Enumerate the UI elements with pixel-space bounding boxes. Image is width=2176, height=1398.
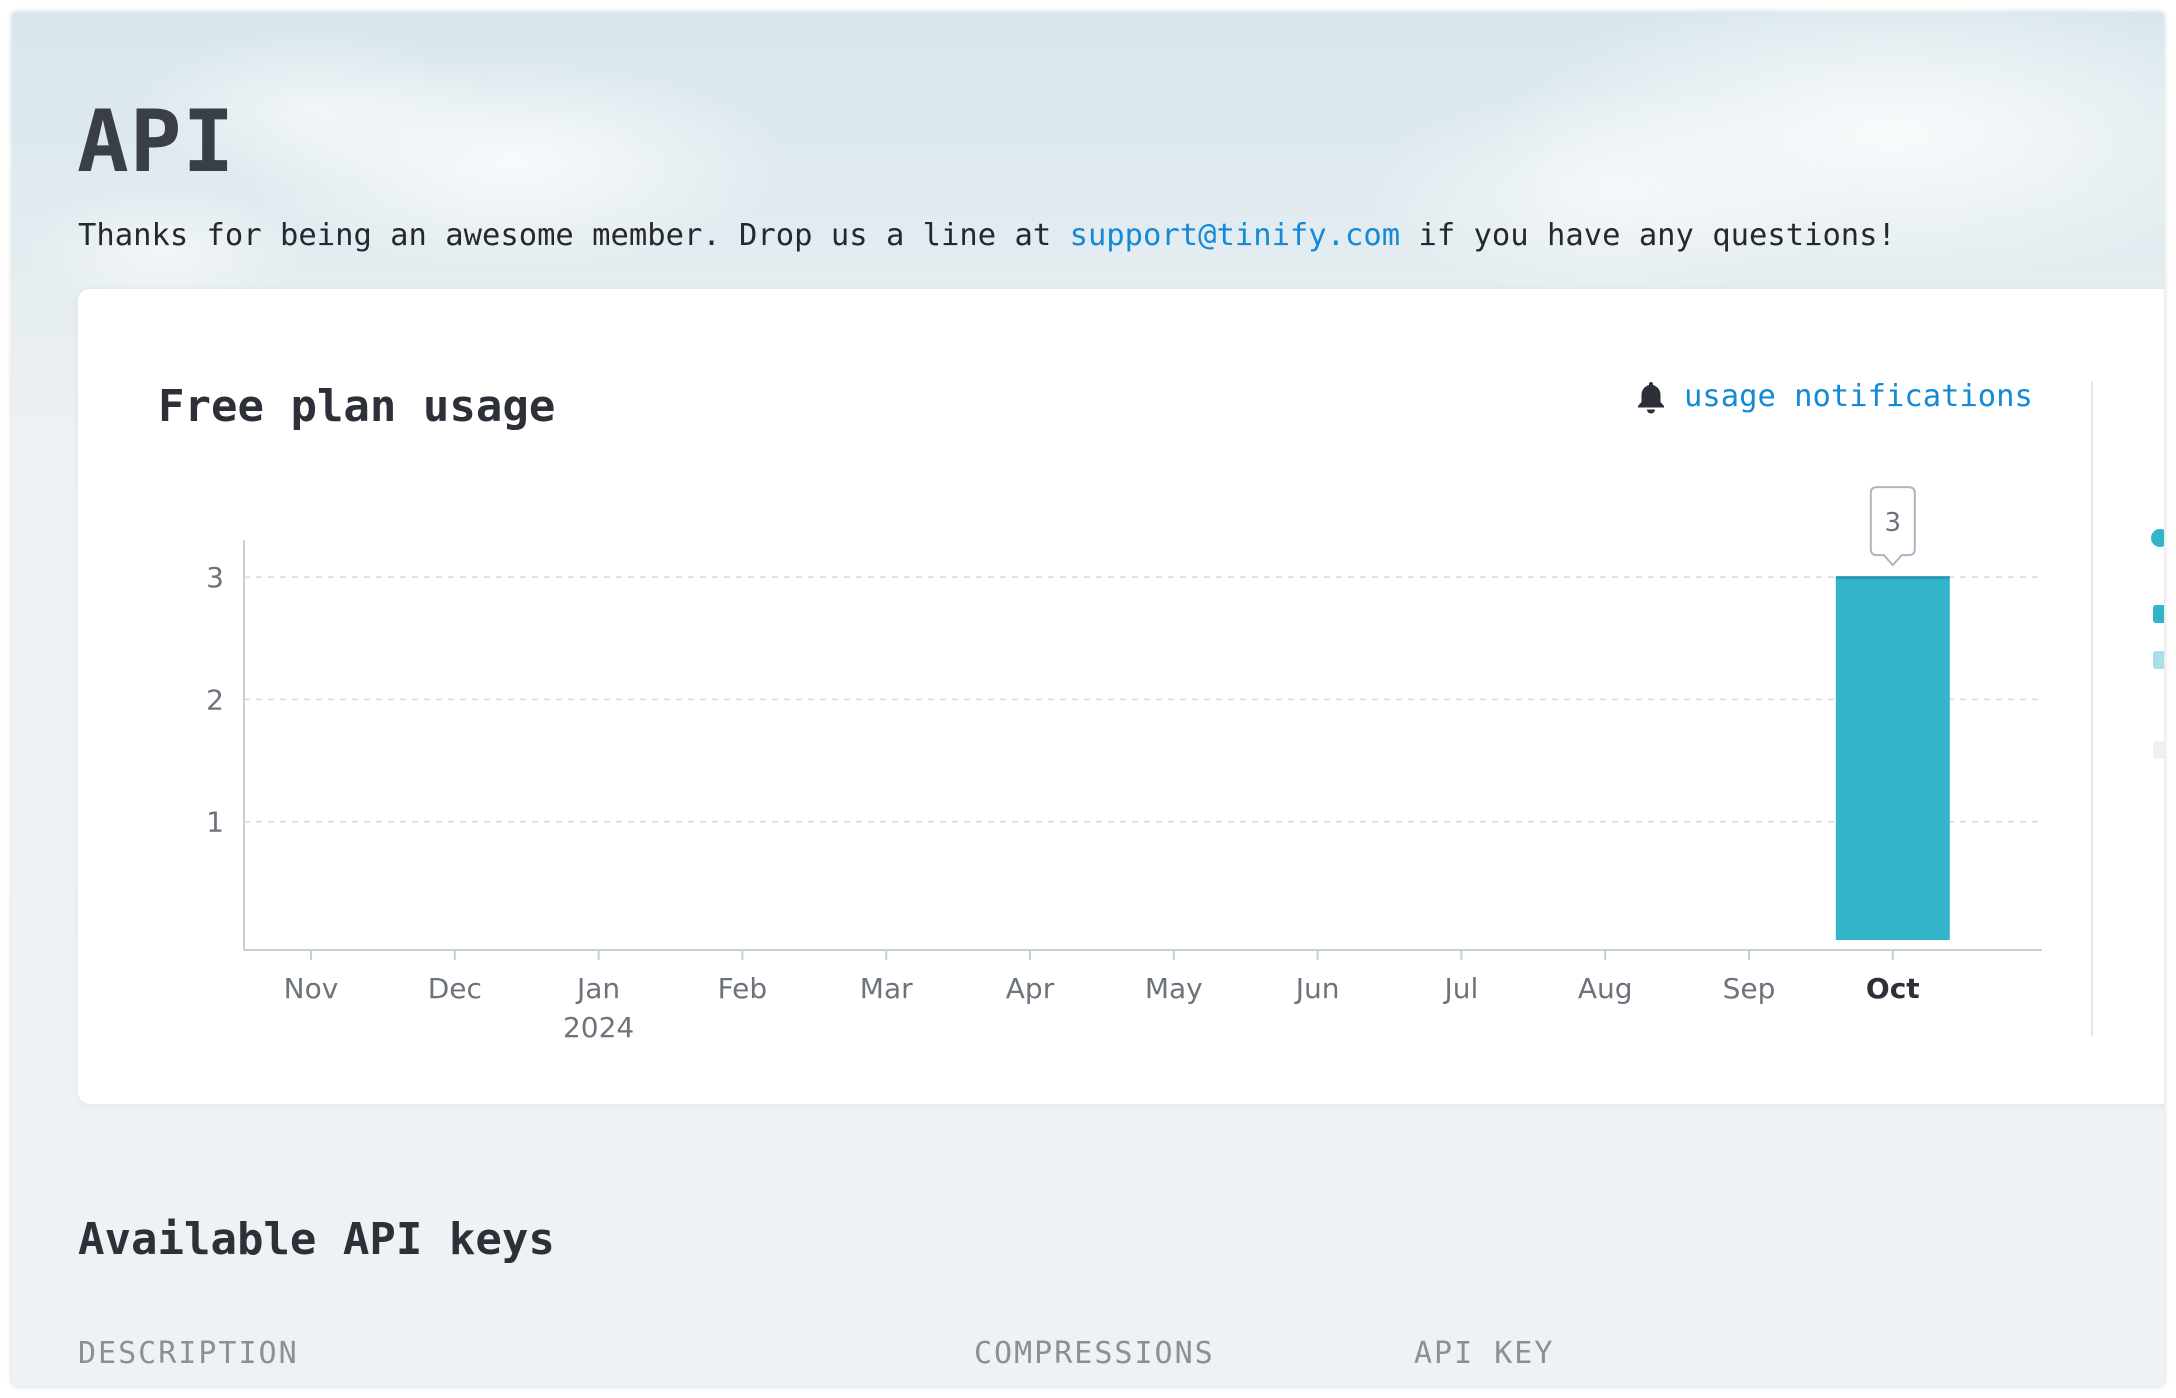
- card-divider: [2091, 381, 2093, 1036]
- summary-swatch-primary: [2153, 605, 2164, 623]
- x-tick-label: Nov: [284, 972, 339, 1005]
- api-keys-title: Available API keys: [78, 1214, 555, 1265]
- x-tick-label: May: [1145, 972, 1203, 1005]
- x-tick-label: Sep: [1723, 972, 1776, 1005]
- usage-chart-svg: 1 2 3 Nov Dec Jan 2024 Feb Mar Apr May Jun Jul Aug Sep…: [206, 486, 2042, 1044]
- app-frame: API Thanks for being an awesome member. …: [12, 12, 2164, 1386]
- y-tick-label: 3: [206, 561, 224, 594]
- y-tick-label: 2: [206, 683, 224, 716]
- y-tick-label: 1: [206, 806, 224, 839]
- page-title: API: [77, 92, 236, 192]
- support-email-link[interactable]: support@tinify.com: [1070, 218, 1401, 253]
- x-tick-label: Jul: [1443, 972, 1479, 1005]
- bar-top-edge: [1835, 576, 1950, 580]
- summary-swatch-secondary: [2153, 651, 2164, 669]
- summary-dot: [2151, 529, 2164, 547]
- x-tick-sublabel: 2024: [563, 1011, 634, 1044]
- x-tick-label: Aug: [1578, 972, 1633, 1005]
- x-tick-label: Feb: [718, 972, 768, 1005]
- value-callout-label: 3: [1885, 508, 1902, 538]
- x-tick-label: Apr: [1006, 972, 1055, 1005]
- column-header-api-key: API KEY: [1414, 1336, 1555, 1371]
- x-tick-label: Dec: [428, 972, 482, 1005]
- x-tick-label: Oct: [1866, 972, 1920, 1005]
- intro-text: Thanks for being an awesome member. Drop…: [78, 216, 1896, 256]
- x-tick-label: Jun: [1294, 972, 1340, 1005]
- usage-chart: 1 2 3 Nov Dec Jan 2024 Feb Mar Apr May Jun Jul Aug Sep…: [78, 289, 2128, 1104]
- summary-bar-track: [2153, 741, 2164, 759]
- usage-summary-panel: [2151, 289, 2164, 1104]
- x-tick-label: Mar: [860, 972, 913, 1005]
- intro-text-after: if you have any questions!: [1400, 218, 1896, 253]
- bar-oct: [1835, 577, 1950, 940]
- column-header-compressions: COMPRESSIONS: [974, 1336, 1215, 1371]
- intro-text-before: Thanks for being an awesome member. Drop…: [78, 218, 1070, 253]
- column-header-description: DESCRIPTION: [78, 1336, 299, 1371]
- x-tick-label: Jan: [575, 972, 620, 1005]
- usage-card: Free plan usage usage notifications 123N…: [78, 289, 2164, 1104]
